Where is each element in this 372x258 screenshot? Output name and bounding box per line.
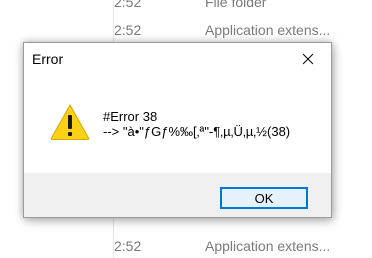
error-detail: --> "à•"ƒGƒ%‰[‚ª"-¶‚µ‚Ü‚µ‚½(38) [103, 124, 291, 139]
dialog-titlebar[interactable]: Error [24, 43, 331, 75]
file-type: Application extens... [205, 22, 331, 38]
dialog-body: #Error 38 --> "à•"ƒGƒ%‰[‚ª"-¶‚µ‚Ü‚µ‚½(38… [24, 75, 331, 173]
file-list-row[interactable]: 2:52 Application extens... [114, 236, 372, 258]
file-type: File folder [205, 0, 267, 10]
file-type: Application extens... [205, 238, 331, 254]
error-dialog: Error #Error 38 --> "à•"ƒGƒ%‰[‚ª"-¶‚µ‚Ü‚… [23, 42, 332, 218]
dialog-footer: OK [24, 173, 331, 217]
close-button[interactable] [285, 43, 331, 75]
file-list-row[interactable]: 2:52 File folder [114, 0, 372, 14]
file-list-row[interactable]: 2:52 Application extens... [114, 20, 372, 42]
error-code: #Error 38 [103, 109, 158, 124]
close-icon [302, 53, 314, 65]
screen: 2:52 File folder 2:52 Application extens… [0, 0, 372, 258]
modified-time: 2:52 [114, 238, 142, 254]
dialog-title: Error [32, 51, 64, 67]
error-message: #Error 38 --> "à•"ƒGƒ%‰[‚ª"-¶‚µ‚Ü‚µ‚½(38… [103, 109, 290, 139]
modified-time: 2:52 [114, 0, 142, 10]
ok-button[interactable]: OK [220, 187, 308, 209]
warning-icon [50, 103, 90, 140]
modified-time: 2:52 [114, 22, 142, 38]
